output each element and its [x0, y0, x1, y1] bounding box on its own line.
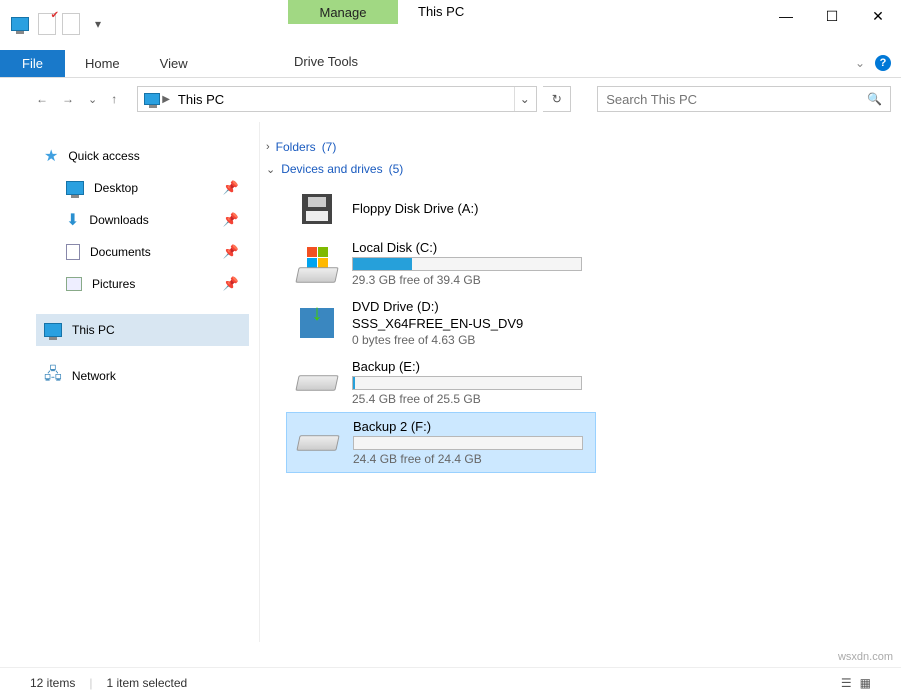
- breadcrumb-separator-icon[interactable]: ▶: [160, 94, 172, 105]
- downloads-icon: ⬇: [66, 210, 79, 230]
- search-box[interactable]: 🔍: [597, 86, 891, 112]
- navigation-pane: ★ Quick access Desktop 📌 ⬇ Downloads 📌 Docu…: [0, 122, 260, 642]
- tab-home[interactable]: Home: [65, 50, 140, 77]
- pictures-icon: [66, 277, 82, 291]
- star-icon: ★: [44, 146, 58, 166]
- search-icon[interactable]: 🔍: [867, 92, 882, 106]
- group-folders[interactable]: › Folders (7): [266, 140, 901, 154]
- drive-free-text: 0 bytes free of 4.63 GB: [352, 333, 586, 347]
- close-button[interactable]: ✕: [855, 0, 901, 32]
- refresh-button[interactable]: ↻: [543, 86, 571, 112]
- recent-locations-icon[interactable]: ⌄: [88, 93, 97, 106]
- tiles-view-icon[interactable]: ▦: [860, 676, 871, 690]
- breadcrumb-this-pc[interactable]: This PC: [172, 92, 230, 107]
- this-pc-icon: [44, 323, 62, 337]
- group-devices-count: (5): [389, 162, 404, 176]
- nav-desktop-label: Desktop: [94, 181, 138, 195]
- drive-name: Backup 2 (F:): [353, 419, 585, 434]
- drive-local-c[interactable]: Local Disk (C:) 29.3 GB free of 39.4 GB: [286, 234, 596, 293]
- manage-context-tab[interactable]: Manage: [288, 0, 398, 48]
- drive-free-text: 29.3 GB free of 39.4 GB: [352, 273, 586, 287]
- status-item-count: 12 items: [30, 676, 75, 690]
- hdd-icon: [297, 424, 339, 462]
- nav-pictures-label: Pictures: [92, 277, 135, 291]
- quick-access-toolbar: ✔ ▾: [0, 0, 118, 48]
- window-title: This PC: [398, 0, 484, 48]
- nav-network[interactable]: 🖧 Network: [36, 360, 259, 392]
- maximize-button[interactable]: ☐: [809, 0, 855, 32]
- drive-sublabel: SSS_X64FREE_EN-US_DV9: [352, 316, 586, 331]
- nav-quick-access-label: Quick access: [68, 149, 139, 163]
- back-button[interactable]: ←: [36, 92, 48, 106]
- windows-disk-icon: [296, 245, 338, 283]
- documents-icon: [66, 244, 80, 260]
- nav-network-label: Network: [72, 369, 116, 383]
- forward-button[interactable]: →: [62, 92, 74, 106]
- network-icon: 🖧: [44, 363, 62, 390]
- nav-quick-access[interactable]: ★ Quick access: [36, 140, 259, 172]
- group-devices[interactable]: ⌄ Devices and drives (5): [266, 162, 901, 176]
- storage-bar: [353, 436, 583, 450]
- dvd-icon: [296, 304, 338, 342]
- drive-floppy-a[interactable]: Floppy Disk Drive (A:): [286, 184, 596, 234]
- ribbon-collapse-icon[interactable]: ⌄: [855, 56, 865, 70]
- storage-bar: [352, 376, 582, 390]
- group-folders-count: (7): [322, 140, 337, 154]
- drive-free-text: 25.4 GB free of 25.5 GB: [352, 392, 586, 406]
- storage-bar: [352, 257, 582, 271]
- drive-backup-e[interactable]: Backup (E:) 25.4 GB free of 25.5 GB: [286, 353, 596, 412]
- hdd-icon: [296, 364, 338, 402]
- properties-icon[interactable]: ✔: [38, 13, 56, 35]
- pin-icon: 📌: [223, 212, 239, 228]
- drive-free-text: 24.4 GB free of 24.4 GB: [353, 452, 585, 466]
- tab-view[interactable]: View: [140, 50, 208, 77]
- nav-downloads-label: Downloads: [89, 213, 148, 227]
- navigation-bar: ← → ⌄ ↑ ▶ This PC ⌄ ↻ 🔍: [0, 78, 901, 122]
- file-tab[interactable]: File: [0, 50, 65, 77]
- nav-desktop[interactable]: Desktop 📌: [36, 172, 259, 204]
- drive-name: Local Disk (C:): [352, 240, 586, 255]
- floppy-icon: [296, 190, 338, 228]
- up-button[interactable]: ↑: [111, 92, 117, 106]
- minimize-button[interactable]: —: [763, 0, 809, 32]
- nav-documents-label: Documents: [90, 245, 151, 259]
- pin-icon: 📌: [223, 180, 239, 196]
- search-input[interactable]: [606, 92, 867, 107]
- status-selected-count: 1 item selected: [106, 676, 187, 690]
- help-icon[interactable]: ?: [875, 55, 891, 71]
- nav-pictures[interactable]: Pictures 📌: [36, 268, 259, 300]
- title-bar: ✔ ▾ Manage This PC — ☐ ✕: [0, 0, 901, 48]
- status-bar: 12 items | 1 item selected ☰ ▦: [0, 667, 901, 697]
- address-this-pc-icon: [144, 93, 160, 105]
- details-view-icon[interactable]: ☰: [841, 676, 852, 690]
- content-pane: › Folders (7) ⌄ Devices and drives (5) F…: [260, 122, 901, 642]
- nav-downloads[interactable]: ⬇ Downloads 📌: [36, 204, 259, 236]
- drive-backup2-f[interactable]: Backup 2 (F:) 24.4 GB free of 24.4 GB: [286, 412, 596, 473]
- drive-dvd-d[interactable]: DVD Drive (D:) SSS_X64FREE_EN-US_DV9 0 b…: [286, 293, 596, 353]
- pin-icon: 📌: [223, 276, 239, 292]
- address-bar[interactable]: ▶ This PC ⌄: [137, 86, 537, 112]
- this-pc-icon[interactable]: [8, 12, 32, 36]
- manage-label: Manage: [288, 0, 398, 24]
- qat-dropdown-icon[interactable]: ▾: [86, 12, 110, 36]
- group-devices-label: Devices and drives: [281, 162, 382, 176]
- chevron-down-icon: ⌄: [266, 163, 275, 176]
- drive-tools-tab[interactable]: Drive Tools: [278, 48, 374, 75]
- desktop-icon: [66, 181, 84, 195]
- nav-this-pc-label: This PC: [72, 323, 115, 337]
- nav-documents[interactable]: Documents 📌: [36, 236, 259, 268]
- group-folders-label: Folders: [276, 140, 316, 154]
- nav-this-pc[interactable]: This PC: [36, 314, 249, 346]
- watermark: wsxdn.com: [838, 651, 893, 663]
- pin-icon: 📌: [223, 244, 239, 260]
- address-dropdown-icon[interactable]: ⌄: [514, 87, 534, 111]
- drive-name: DVD Drive (D:): [352, 299, 586, 314]
- new-folder-icon[interactable]: [62, 13, 80, 35]
- chevron-right-icon: ›: [266, 141, 270, 153]
- ribbon-tabs: File Home Share View Drive Tools ⌄ ?: [0, 48, 901, 78]
- drive-name: Backup (E:): [352, 359, 586, 374]
- drive-name: Floppy Disk Drive (A:): [352, 201, 586, 216]
